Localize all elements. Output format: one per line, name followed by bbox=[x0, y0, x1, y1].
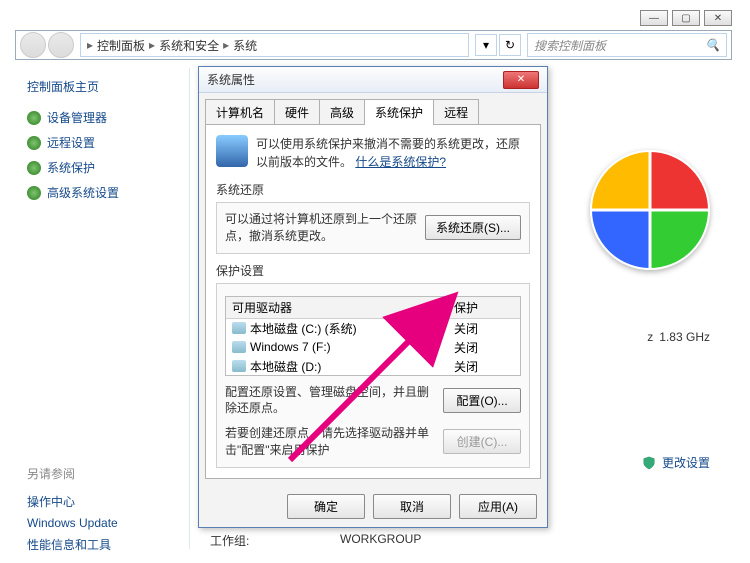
search-input[interactable]: 搜索控制面板 🔍 bbox=[527, 33, 727, 57]
tab-advanced[interactable]: 高级 bbox=[319, 99, 365, 125]
windows-logo bbox=[590, 150, 710, 270]
system-properties-dialog: 系统属性 ✕ 计算机名 硬件 高级 系统保护 远程 可以使用系统保护来撤消不需要… bbox=[198, 66, 548, 528]
see-also-windows-update[interactable]: Windows Update bbox=[27, 513, 177, 533]
dialog-close-button[interactable]: ✕ bbox=[503, 71, 539, 89]
drive-header-name: 可用驱动器 bbox=[232, 299, 454, 316]
breadcrumb-part[interactable]: 控制面板 bbox=[97, 37, 145, 54]
breadcrumb-root-icon: ▸ bbox=[87, 38, 93, 52]
create-button: 创建(C)... bbox=[443, 429, 521, 454]
refresh-button[interactable]: ↻ bbox=[499, 34, 521, 56]
configure-button[interactable]: 配置(O)... bbox=[443, 388, 521, 413]
dialog-title: 系统属性 bbox=[207, 71, 503, 88]
shield-icon bbox=[27, 111, 41, 125]
drive-header-protection: 保护 bbox=[454, 299, 514, 316]
search-icon: 🔍 bbox=[705, 38, 720, 52]
history-dropdown[interactable]: ▾ bbox=[475, 34, 497, 56]
sidebar-item-remote-settings[interactable]: 远程设置 bbox=[27, 130, 177, 155]
forward-button[interactable] bbox=[48, 32, 74, 58]
search-placeholder: 搜索控制面板 bbox=[534, 37, 606, 54]
chevron-right-icon: ▸ bbox=[149, 38, 155, 52]
change-settings-link[interactable]: 更改设置 bbox=[642, 454, 710, 471]
tab-computer-name[interactable]: 计算机名 bbox=[205, 99, 275, 125]
shield-icon bbox=[642, 456, 656, 470]
what-is-system-protection-link[interactable]: 什么是系统保护? bbox=[355, 155, 446, 169]
drive-row[interactable]: 本地磁盘 (C:) (系统)关闭 bbox=[226, 319, 520, 338]
tab-system-protection[interactable]: 系统保护 bbox=[364, 99, 434, 125]
configure-description: 配置还原设置、管理磁盘空间，并且删除还原点。 bbox=[225, 384, 435, 418]
shield-icon bbox=[27, 161, 41, 175]
see-also-performance[interactable]: 性能信息和工具 bbox=[27, 533, 177, 556]
tab-strip: 计算机名 硬件 高级 系统保护 远程 bbox=[199, 93, 547, 125]
tab-hardware[interactable]: 硬件 bbox=[274, 99, 320, 125]
see-also-action-center[interactable]: 操作中心 bbox=[27, 490, 177, 513]
workgroup-value: WORKGROUP bbox=[340, 532, 421, 549]
sidebar-item-label: 远程设置 bbox=[47, 134, 95, 151]
minimize-button[interactable]: — bbox=[640, 10, 668, 26]
chevron-right-icon: ▸ bbox=[223, 38, 229, 52]
sidebar-item-label: 设备管理器 bbox=[47, 109, 107, 126]
create-description: 若要创建还原点，请先选择驱动器并单击"配置"来启用保护 bbox=[225, 425, 435, 459]
sidebar-item-advanced-settings[interactable]: 高级系统设置 bbox=[27, 180, 177, 205]
drive-row[interactable]: 本地磁盘 (D:)关闭 bbox=[226, 357, 520, 376]
drive-icon bbox=[232, 341, 246, 353]
apply-button[interactable]: 应用(A) bbox=[459, 494, 537, 519]
system-restore-button[interactable]: 系统还原(S)... bbox=[425, 215, 521, 240]
sidebar-item-label: 高级系统设置 bbox=[47, 184, 119, 201]
address-bar: ▸ 控制面板 ▸ 系统和安全 ▸ 系统 ▾ ↻ 搜索控制面板 🔍 bbox=[15, 30, 732, 60]
breadcrumb-part[interactable]: 系统和安全 bbox=[159, 37, 219, 54]
restore-description: 可以通过将计算机还原到上一个还原点，撤消系统更改。 bbox=[225, 211, 417, 245]
shield-icon bbox=[27, 136, 41, 150]
close-button[interactable]: ✕ bbox=[704, 10, 732, 26]
see-also-header: 另请参阅 bbox=[27, 465, 177, 482]
tab-panel-system-protection: 可以使用系统保护来撤消不需要的系统更改，还原以前版本的文件。 什么是系统保护? … bbox=[205, 124, 541, 479]
back-button[interactable] bbox=[20, 32, 46, 58]
cancel-button[interactable]: 取消 bbox=[373, 494, 451, 519]
dialog-title-bar[interactable]: 系统属性 ✕ bbox=[199, 67, 547, 93]
ok-button[interactable]: 确定 bbox=[287, 494, 365, 519]
sidebar: 控制面板主页 设备管理器 远程设置 系统保护 高级系统设置 另请参阅 操作中心 … bbox=[15, 68, 190, 549]
breadcrumb-part[interactable]: 系统 bbox=[233, 37, 257, 54]
tab-remote[interactable]: 远程 bbox=[433, 99, 479, 125]
sidebar-item-device-manager[interactable]: 设备管理器 bbox=[27, 105, 177, 130]
breadcrumb[interactable]: ▸ 控制面板 ▸ 系统和安全 ▸ 系统 bbox=[80, 33, 469, 57]
maximize-button[interactable]: ▢ bbox=[672, 10, 700, 26]
intro-text: 可以使用系统保护来撤消不需要的系统更改，还原以前版本的文件。 什么是系统保护? bbox=[256, 135, 530, 171]
system-restore-header: 系统还原 bbox=[216, 181, 530, 198]
protection-settings-header: 保护设置 bbox=[216, 262, 530, 279]
shield-icon bbox=[27, 186, 41, 200]
drive-icon bbox=[232, 322, 246, 334]
drive-row[interactable]: Windows 7 (F:)关闭 bbox=[226, 338, 520, 357]
drive-list[interactable]: 可用驱动器 保护 本地磁盘 (C:) (系统)关闭 Windows 7 (F:)… bbox=[225, 296, 521, 376]
sidebar-item-label: 系统保护 bbox=[47, 159, 95, 176]
sidebar-item-system-protection[interactable]: 系统保护 bbox=[27, 155, 177, 180]
restore-icon bbox=[216, 135, 248, 167]
drive-icon bbox=[232, 360, 246, 372]
sidebar-title[interactable]: 控制面板主页 bbox=[27, 78, 177, 95]
workgroup-label: 工作组: bbox=[210, 532, 340, 549]
cpu-speed: z1.83 GHz bbox=[647, 330, 710, 344]
